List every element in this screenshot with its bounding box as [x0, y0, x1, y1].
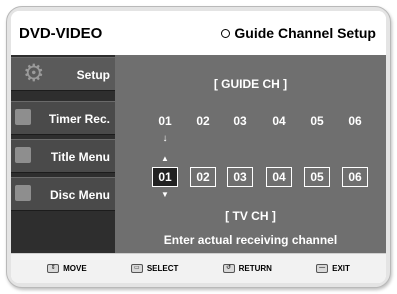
guide-channel-06: 06 [342, 111, 368, 131]
exit-icon: — [316, 264, 329, 273]
footer-return: ↺ RETURN [222, 264, 272, 273]
footer-exit: — EXIT [316, 264, 350, 273]
tv-channel-06[interactable]: 06 [342, 167, 368, 187]
osd-screen: DVD-VIDEO Guide Channel Setup ⚙ Setup Ti… [11, 11, 386, 283]
select-icon: ▭ [130, 264, 143, 273]
return-icon: ↺ [222, 264, 235, 273]
sidebar-item-title-menu[interactable]: Title Menu [11, 139, 115, 173]
timer-icon [15, 109, 31, 125]
menu-title: Guide Channel Setup [221, 25, 376, 41]
circle-icon [221, 28, 231, 38]
sidebar-item-label: Timer Rec. [48, 112, 110, 126]
up-triangle-icon[interactable]: ▲ [152, 155, 178, 163]
down-triangle-icon[interactable]: ▼ [152, 191, 178, 199]
tv-channel-02[interactable]: 02 [190, 167, 216, 187]
footer-move: ⇕ MOVE [47, 264, 87, 273]
tv-channel-01[interactable]: 01 [152, 167, 178, 187]
footer-select: ▭ SELECT [130, 264, 179, 273]
tv-ch-heading: [ TV CH ] [225, 209, 276, 223]
instruction-text: Enter actual receiving channel [163, 233, 338, 247]
dvd-video-title: DVD-VIDEO [19, 25, 103, 42]
footer-label: MOVE [63, 264, 87, 273]
disc-menu-icon [15, 185, 31, 201]
tv-channel-04[interactable]: 04 [266, 167, 292, 187]
footer-bar: ⇕ MOVE ▭ SELECT ↺ RETURN — EXIT [11, 253, 386, 283]
gear-icon: ⚙ [23, 60, 45, 87]
guide-channel-02: 02 [190, 111, 216, 131]
header-bar: DVD-VIDEO Guide Channel Setup [11, 11, 386, 55]
guide-channel-01: 01 [152, 111, 178, 131]
down-arrow-icon: ↓ [162, 133, 168, 144]
footer-label: RETURN [238, 264, 272, 273]
guide-channel-panel: [ GUIDE CH ] 01 02 03 04 05 06 ↓ ▲ 01 02… [115, 55, 386, 253]
sidebar-item-setup[interactable]: ⚙ Setup [11, 57, 115, 91]
footer-label: EXIT [332, 264, 350, 273]
sidebar: ⚙ Setup Timer Rec. Title Menu Disc Menu [11, 55, 115, 253]
move-icon: ⇕ [47, 264, 60, 273]
guide-channel-04: 04 [266, 111, 292, 131]
guide-channel-03: 03 [227, 111, 253, 131]
tv-channel-03[interactable]: 03 [227, 167, 253, 187]
footer-label: SELECT [146, 264, 179, 273]
sidebar-item-disc-menu[interactable]: Disc Menu [11, 177, 115, 211]
sidebar-item-label: Disc Menu [49, 188, 110, 202]
title-menu-icon [15, 147, 31, 163]
sidebar-item-label: Setup [76, 68, 110, 82]
menu-title-label: Guide Channel Setup [234, 25, 376, 41]
tv-channel-05[interactable]: 05 [304, 167, 330, 187]
guide-ch-heading: [ GUIDE CH ] [213, 77, 288, 91]
sidebar-item-timer-rec[interactable]: Timer Rec. [11, 101, 115, 135]
guide-channel-05: 05 [304, 111, 330, 131]
sidebar-item-label: Title Menu [50, 150, 110, 164]
